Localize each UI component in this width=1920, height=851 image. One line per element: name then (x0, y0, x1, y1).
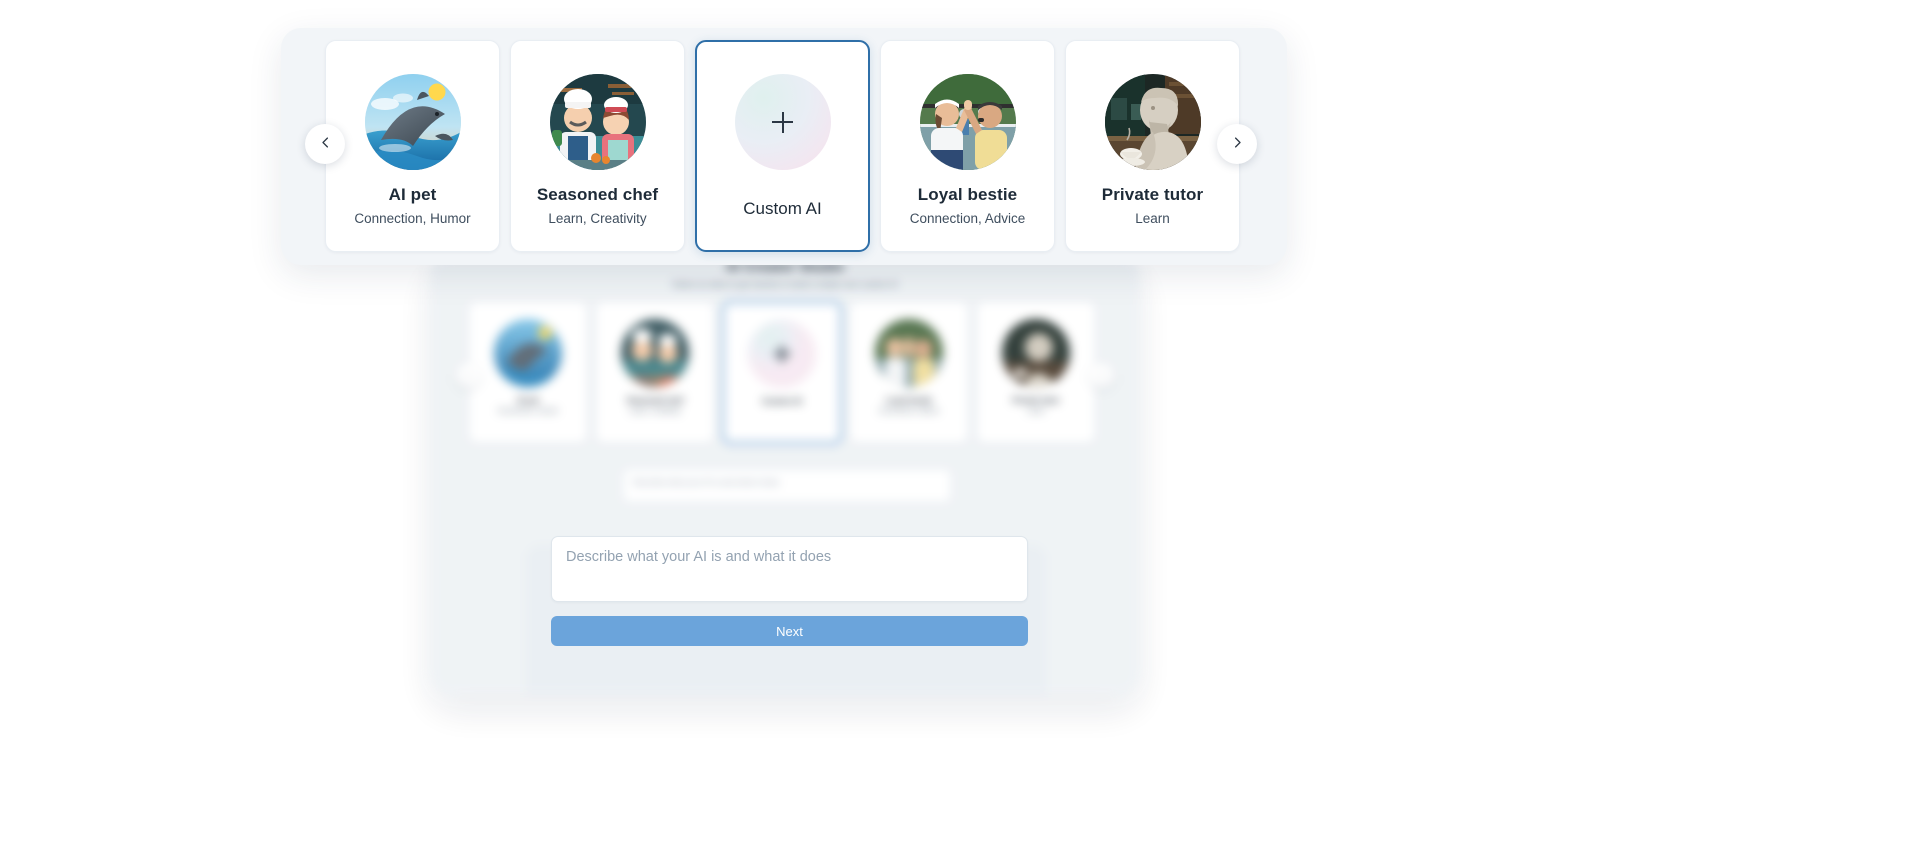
background-card-name: AI pet (516, 396, 540, 405)
plus-orb-icon (734, 74, 831, 170)
background-card-custom-ai: Custom AI (722, 301, 842, 444)
persona-tags: Connection, Humor (354, 211, 471, 226)
next-button[interactable]: Next (551, 616, 1028, 646)
carousel-prev-button[interactable] (305, 124, 345, 164)
background-prev-arrow-icon: ‹ (456, 363, 480, 387)
ai-description-input[interactable] (551, 536, 1028, 602)
background-card-name: Custom AI (762, 397, 802, 406)
background-card-private-tutor: Private tutor Learn (976, 301, 1096, 444)
background-card-seasoned-chef: Seasoned chef Learn, Creativity (595, 301, 715, 444)
plus-orb-icon (748, 320, 816, 388)
background-card-name: Loyal bestie (885, 396, 933, 405)
chefs-icon (621, 319, 689, 387)
persona-card-seasoned-chef[interactable]: Seasoned chef Learn, Creativity (510, 40, 685, 252)
background-next-arrow-icon: › (1090, 363, 1114, 387)
carousel-next-button[interactable] (1217, 124, 1257, 164)
persona-card-custom-ai[interactable]: Custom AI (695, 40, 870, 252)
persona-name: Seasoned chef (536, 185, 659, 204)
background-card-loyal-bestie: Loyal bestie Connection, Advice (849, 301, 969, 444)
persona-tags: Connection, Advice (909, 211, 1026, 226)
persona-tags: Learn (1135, 211, 1170, 226)
highfive-icon (875, 319, 943, 387)
persona-name: Private tutor (1101, 185, 1204, 204)
persona-tags: Learn, Creativity (548, 211, 647, 226)
background-cards-row: AI pet Connection, Humor Seasoned chef L… (468, 301, 1096, 444)
background-card-ai-pet: AI pet Connection, Humor (468, 301, 588, 444)
persona-cards-row: AI pet Connection, Humor Seasoned chef L… (325, 40, 1240, 252)
background-description-input: Describe what your AI is and what it doe… (622, 468, 952, 503)
background-card-tags: Learn (1027, 408, 1045, 415)
chevron-left-icon (318, 135, 333, 153)
background-card-name: Private tutor (1012, 396, 1060, 405)
chevron-right-icon (1230, 135, 1245, 153)
highfive-avatar-icon (919, 74, 1016, 170)
app-root: AI Creator Studio Select an idea to get … (0, 0, 1920, 851)
persona-name: AI pet (388, 185, 437, 204)
background-card-tags: Learn, Creativity (629, 408, 681, 415)
persona-name: Custom AI (743, 199, 822, 218)
persona-card-loyal-bestie[interactable]: Loyal bestie Connection, Advice (880, 40, 1055, 252)
dolphin-icon (494, 319, 562, 387)
background-card-name: Seasoned chef (626, 396, 684, 405)
background-subtitle: Select an idea to get started or build a… (672, 279, 898, 289)
background-card-tags: Connection, Humor (497, 408, 559, 415)
persona-name: Loyal bestie (917, 185, 1018, 204)
background-card-tags: Connection, Advice (879, 408, 939, 415)
persona-selector-panel: AI pet Connection, Humor Seasoned chef L… (281, 28, 1287, 265)
dolphin-avatar-icon (364, 74, 461, 170)
persona-card-private-tutor[interactable]: Private tutor Learn (1065, 40, 1240, 252)
philosopher-avatar-icon (1104, 74, 1201, 170)
chefs-avatar-icon (549, 74, 646, 170)
persona-card-ai-pet[interactable]: AI pet Connection, Humor (325, 40, 500, 252)
philosopher-icon (1002, 319, 1070, 387)
